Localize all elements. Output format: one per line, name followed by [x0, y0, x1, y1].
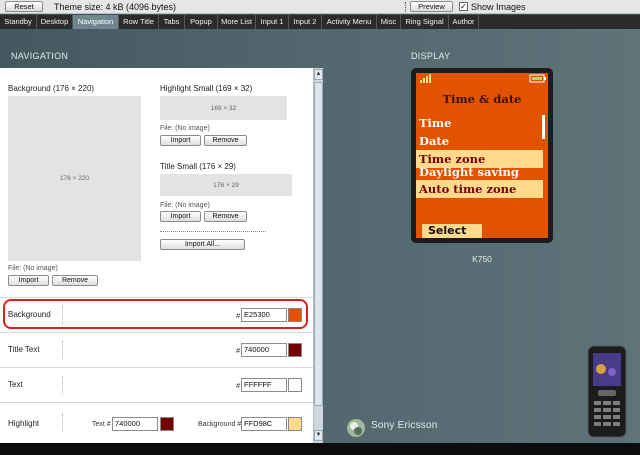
show-images-checkbox[interactable]: ✓: [459, 2, 468, 11]
theme-size-text: Theme size: 4 kB (4096 bytes): [54, 2, 177, 12]
text-color-input[interactable]: FFFFFF: [241, 378, 287, 392]
tab-author[interactable]: Author: [449, 15, 479, 29]
background-color-input[interactable]: E25300: [241, 308, 287, 322]
highlight-text-color-input[interactable]: 740000: [112, 417, 158, 431]
title-small-file-label: File: (No image): [160, 202, 210, 209]
highlight-color-label: Highlight: [8, 419, 40, 428]
title-text-color-row: Title Text # 740000: [0, 332, 313, 366]
title-text-color-label: Title Text: [8, 345, 40, 354]
highlight-background-color-swatch[interactable]: [288, 417, 302, 431]
highlight-small-remove-button[interactable]: Remove: [204, 135, 247, 146]
screen-title: Time & date: [442, 92, 522, 106]
signal-icon: [420, 74, 431, 83]
background-color-label: Background: [8, 310, 51, 319]
tab-navigation[interactable]: Navigation: [73, 15, 119, 29]
row-divider: [62, 306, 63, 324]
highlight-small-import-button[interactable]: Import: [160, 135, 201, 146]
background-image-placeholder: 176 × 220: [8, 96, 141, 261]
phone-model-label: K750: [472, 254, 492, 264]
tab-input-1[interactable]: Input 1: [256, 15, 289, 29]
scroll-thumb[interactable]: [314, 82, 323, 406]
text-color-swatch[interactable]: [288, 378, 302, 392]
scroll-down-icon[interactable]: ▼: [314, 430, 323, 441]
show-images-label: Show Images: [471, 2, 526, 12]
highlight-background-color-input[interactable]: FFD98C: [241, 417, 287, 431]
tab-activity-menu[interactable]: Activity Menu: [322, 15, 377, 29]
tab-more-list[interactable]: More List: [218, 15, 256, 29]
phone-preview: Time & date Time Date Time zone Daylight…: [411, 68, 553, 243]
background-color-row: Background # E25300: [0, 297, 313, 331]
row-divider: [62, 376, 63, 394]
tab-standby[interactable]: Standby: [0, 15, 37, 29]
softkey-bar: Select: [416, 224, 548, 238]
row-divider: [62, 341, 63, 359]
display-heading: DISPLAY: [411, 51, 451, 61]
hash-symbol: #: [236, 346, 241, 355]
import-all-button[interactable]: Import All...: [160, 239, 245, 250]
row-divider: [62, 414, 63, 432]
toolbar-divider: [405, 2, 407, 12]
highlight-small-label: Highlight Small (169 × 32): [160, 84, 253, 93]
highlight-text-color-label: Text #: [92, 421, 111, 428]
menu-item-auto-time-zone: Auto time zone: [416, 180, 543, 198]
tab-popup[interactable]: Popup: [185, 15, 218, 29]
highlight-color-row: Highlight Text # 740000 Background # FFD…: [0, 402, 313, 443]
background-file-label: File: (No image): [8, 265, 58, 272]
highlight-small-placeholder: 169 × 32: [160, 96, 287, 120]
bottom-bar: [0, 443, 640, 455]
highlight-small-file-label: File: (No image): [160, 125, 210, 132]
navigation-heading: NAVIGATION: [11, 51, 69, 61]
tab-desktop[interactable]: Desktop: [37, 15, 73, 29]
menu-item-date: Date: [419, 134, 450, 148]
tab-row-title[interactable]: Row Title: [119, 15, 159, 29]
top-toolbar: Reset Theme size: 4 kB (4096 bytes) Prev…: [0, 0, 640, 14]
menu-item-daylight-saving: Daylight saving: [419, 167, 519, 179]
title-text-color-input[interactable]: 740000: [241, 343, 287, 357]
text-color-row: Text # FFFFFF: [0, 367, 313, 401]
tab-misc[interactable]: Misc: [377, 15, 401, 29]
tab-bar: Standby Desktop Navigation Row Title Tab…: [0, 15, 640, 29]
reset-button[interactable]: Reset: [5, 1, 43, 12]
title-small-remove-button[interactable]: Remove: [204, 211, 247, 222]
background-remove-button[interactable]: Remove: [52, 275, 98, 286]
screen-scroll-indicator: [542, 115, 545, 139]
title-small-placeholder: 176 × 29: [160, 174, 292, 196]
title-text-color-swatch[interactable]: [288, 343, 302, 357]
tab-ring-signal[interactable]: Ring Signal: [401, 15, 449, 29]
brand-name: Sony Ericsson: [371, 420, 438, 431]
tab-tabs[interactable]: Tabs: [159, 15, 185, 29]
background-image-label: Background (176 × 220): [8, 84, 95, 93]
background-import-button[interactable]: Import: [8, 275, 49, 286]
menu-item-time-zone: Time zone: [416, 150, 543, 168]
title-small-import-button[interactable]: Import: [160, 211, 201, 222]
menu-item-time: Time: [419, 116, 452, 130]
status-bar: [416, 73, 548, 86]
navigation-settings-panel: Background (176 × 220) 176 × 220 File: (…: [0, 68, 313, 443]
preview-button[interactable]: Preview: [410, 1, 453, 12]
tab-input-2[interactable]: Input 2: [289, 15, 322, 29]
panel-scrollbar[interactable]: ▲ ▼: [313, 68, 323, 443]
background-color-swatch[interactable]: [288, 308, 302, 322]
title-small-label: Title Small (176 × 29): [160, 162, 236, 171]
select-softkey: Select: [422, 224, 482, 238]
sony-ericsson-logo-icon: [347, 419, 365, 437]
battery-icon: [529, 74, 546, 83]
text-color-label: Text: [8, 380, 23, 389]
handset-thumbnail-icon: [587, 345, 627, 438]
hash-symbol: #: [236, 311, 241, 320]
phone-screen: Time & date Time Date Time zone Daylight…: [416, 73, 548, 238]
dotted-divider: [160, 231, 266, 232]
status-icons: [420, 74, 546, 83]
hash-symbol: #: [236, 381, 241, 390]
highlight-text-color-swatch[interactable]: [160, 417, 174, 431]
highlight-background-color-label: Background #: [198, 421, 242, 428]
scroll-up-icon[interactable]: ▲: [314, 69, 323, 80]
